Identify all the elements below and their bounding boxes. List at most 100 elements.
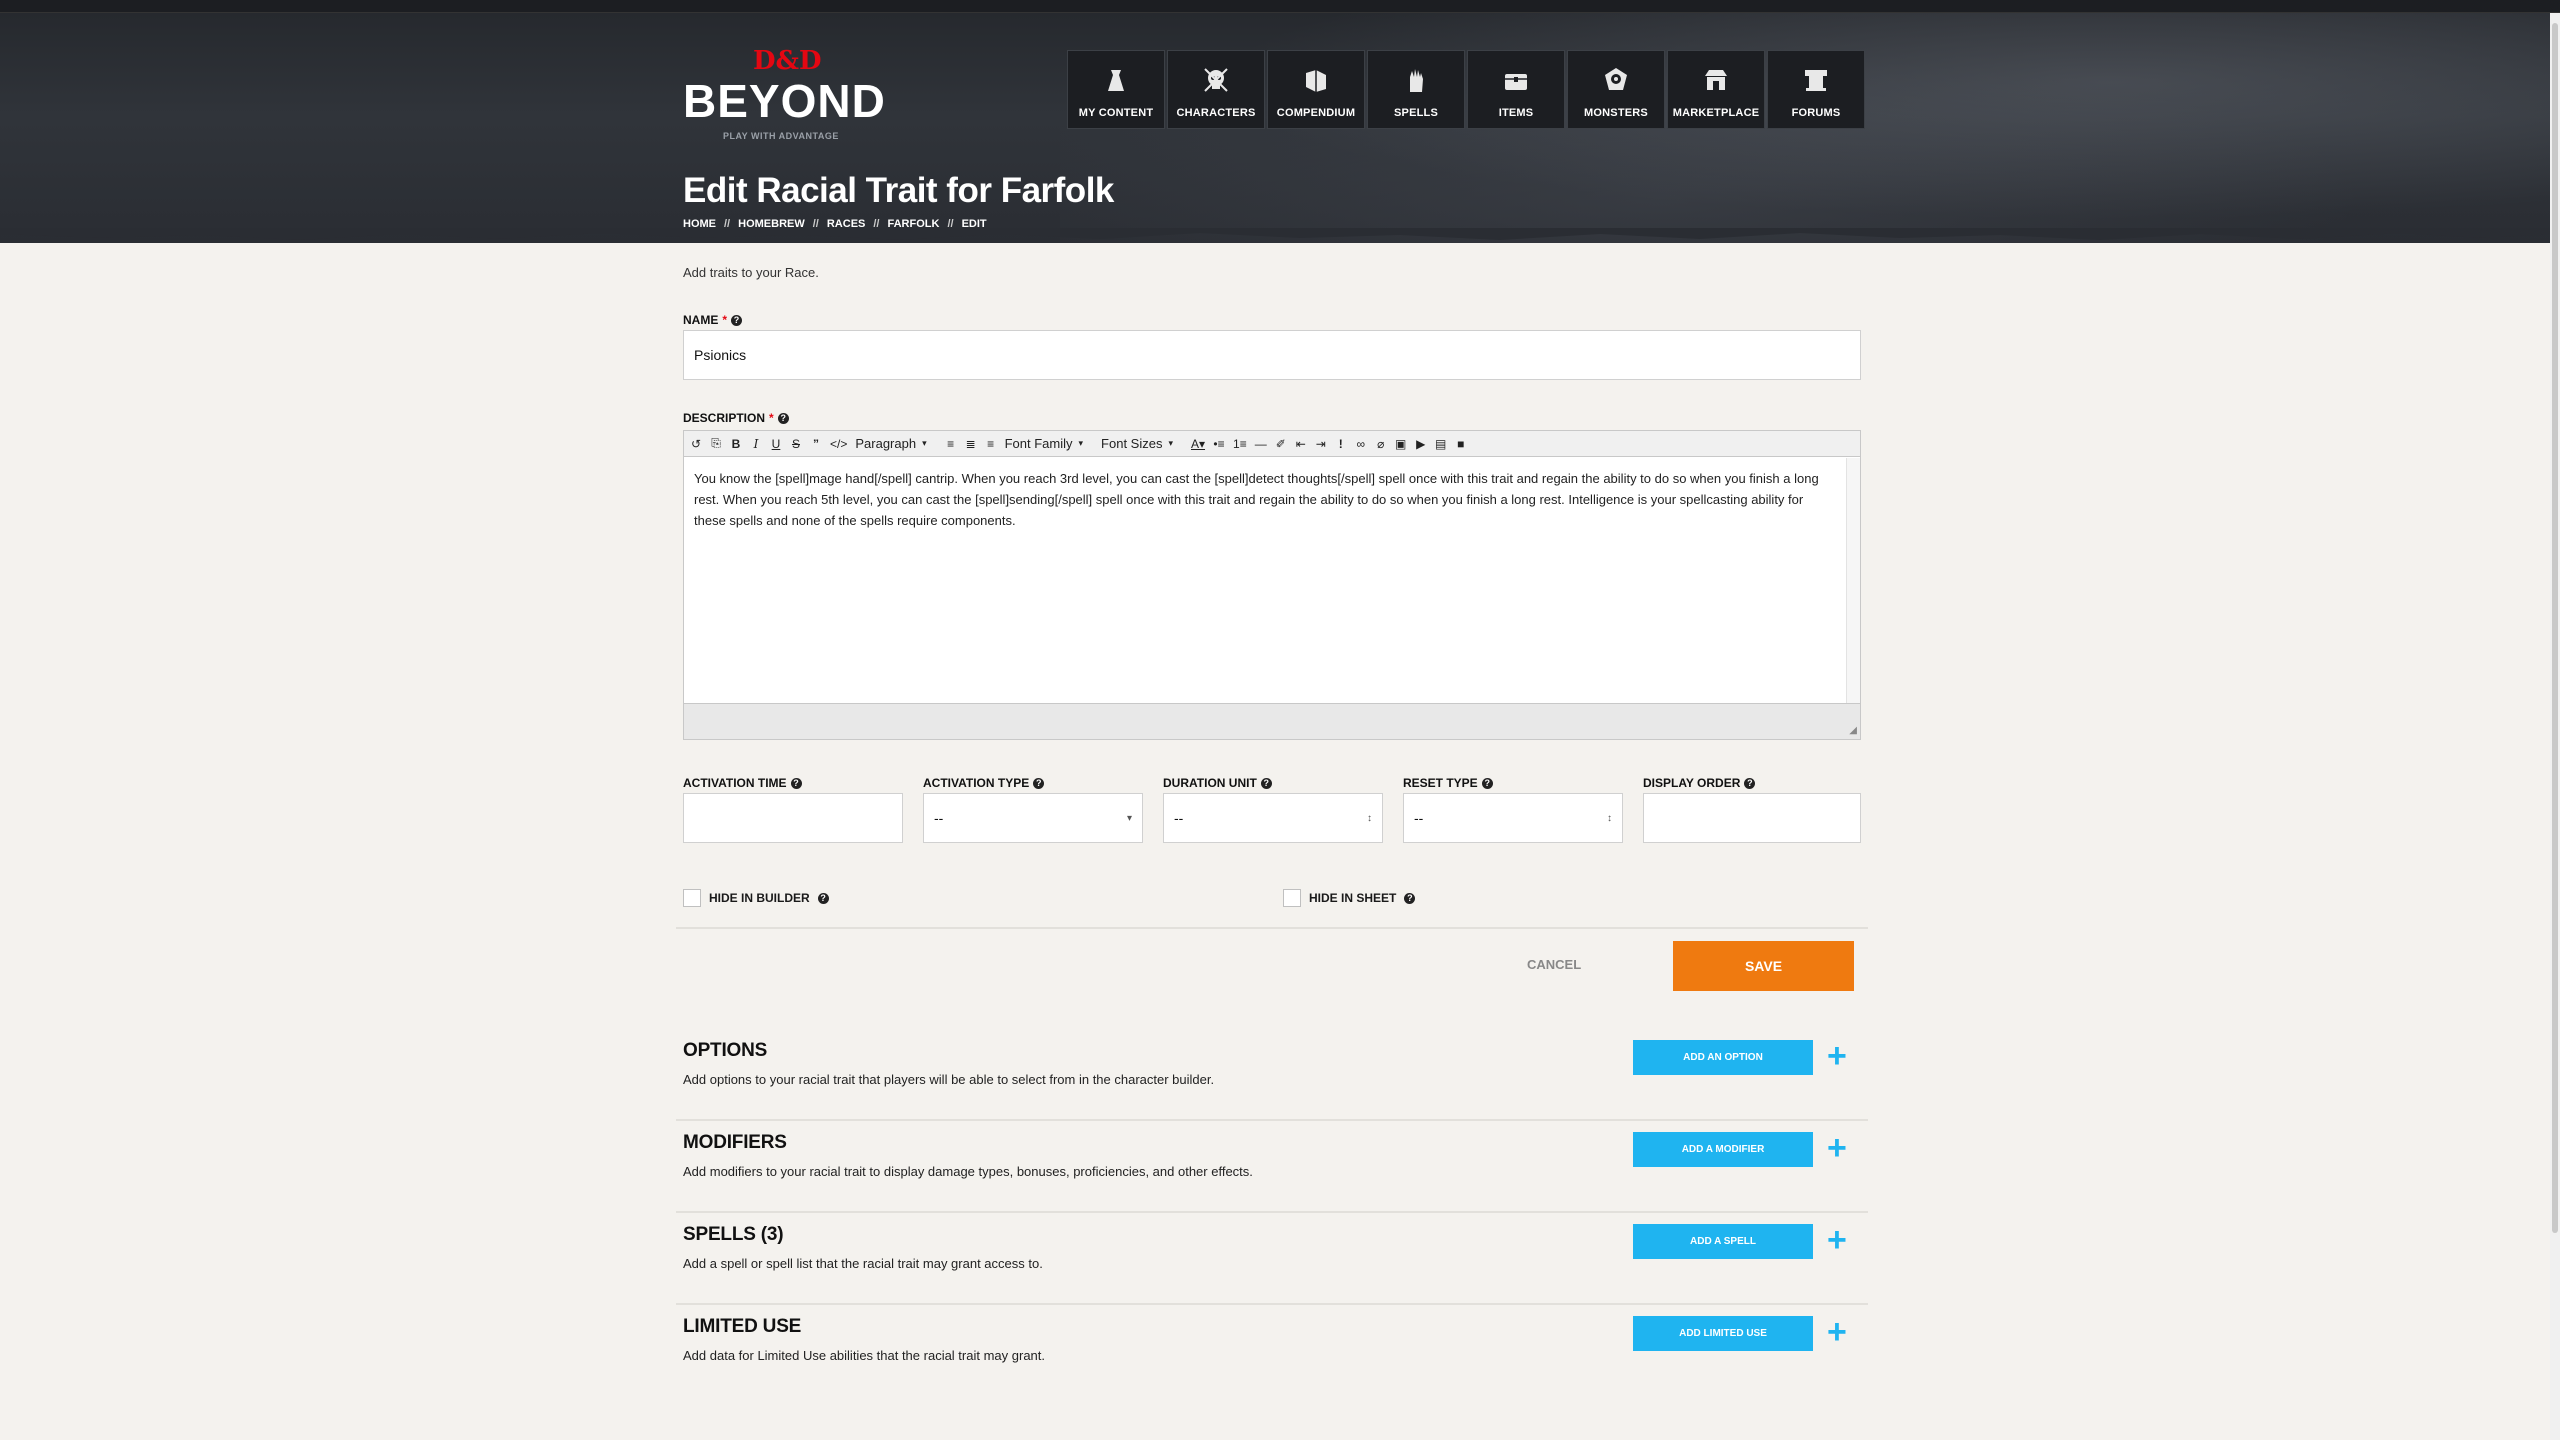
required-mark: * bbox=[769, 411, 774, 425]
unlink-icon[interactable]: ⌀ bbox=[1375, 437, 1387, 451]
activation-type-select[interactable]: -- ▾ bbox=[923, 793, 1143, 843]
duration-unit-select[interactable]: -- ↕ bbox=[1163, 793, 1383, 843]
help-icon[interactable]: ? bbox=[1481, 777, 1493, 789]
name-input-value: Psionics bbox=[694, 347, 747, 363]
bold-icon[interactable]: B bbox=[730, 437, 742, 451]
updown-arrows-icon: ↕ bbox=[1607, 812, 1612, 824]
align-center-icon[interactable]: ≣ bbox=[965, 437, 977, 451]
align-left-icon[interactable]: ≡ bbox=[945, 437, 957, 451]
chest-icon bbox=[1500, 65, 1532, 97]
undo-icon[interactable]: ↺ bbox=[690, 437, 702, 451]
font-sizes-dropdown[interactable]: Font Sizes ▾ bbox=[1101, 436, 1173, 451]
font-sizes-dropdown-label: Font Sizes bbox=[1101, 436, 1163, 451]
add-option-button[interactable]: ADD AN OPTION bbox=[1633, 1040, 1813, 1075]
outdent-icon[interactable]: ⇤ bbox=[1295, 437, 1307, 451]
activation-time-label: ACTIVATION TIME ? bbox=[683, 776, 802, 790]
store-icon bbox=[1700, 65, 1732, 97]
caret-down-icon: ▾ bbox=[1078, 438, 1084, 448]
scrollbar-thumb[interactable] bbox=[2552, 23, 2558, 1233]
browser-top-strip bbox=[0, 0, 2560, 13]
reset-type-select[interactable]: -- ↕ bbox=[1403, 793, 1623, 843]
help-icon[interactable]: ? bbox=[1033, 777, 1045, 789]
page-scrollbar[interactable] bbox=[2550, 13, 2560, 1440]
video-icon[interactable]: ▶ bbox=[1415, 437, 1427, 451]
align-right-icon[interactable]: ≡ bbox=[985, 437, 997, 451]
nav-compendium[interactable]: COMPENDIUM bbox=[1267, 50, 1365, 129]
nav-items[interactable]: ITEMS bbox=[1467, 50, 1565, 129]
resize-handle-icon[interactable]: ◢ bbox=[1849, 725, 1857, 736]
site-header: D&D BEYOND PLAY WITH ADVANTAGE MY CONTEN… bbox=[0, 13, 2560, 243]
activation-time-label-text: ACTIVATION TIME bbox=[683, 776, 787, 790]
text-color-icon[interactable]: A▾ bbox=[1191, 437, 1205, 451]
nav-characters[interactable]: CHARACTERS bbox=[1167, 50, 1265, 129]
book-icon bbox=[1300, 65, 1332, 97]
hide-in-builder-label: HIDE IN BUILDER bbox=[709, 891, 810, 905]
add-spell-button[interactable]: ADD A SPELL bbox=[1633, 1224, 1813, 1259]
plus-icon[interactable]: + bbox=[1827, 1314, 1847, 1350]
display-order-input[interactable] bbox=[1643, 793, 1861, 843]
horizontal-rule-icon[interactable]: — bbox=[1255, 437, 1267, 451]
blockquote-icon[interactable]: ” bbox=[810, 437, 822, 451]
save-button[interactable]: SAVE bbox=[1673, 941, 1854, 991]
help-icon[interactable]: ? bbox=[1744, 777, 1756, 789]
activation-type-label: ACTIVATION TYPE ? bbox=[923, 776, 1045, 790]
nav-my-content[interactable]: MY CONTENT bbox=[1067, 50, 1165, 129]
alert-icon[interactable]: ! bbox=[1335, 437, 1347, 451]
document-icon[interactable]: ▤ bbox=[1435, 437, 1447, 451]
nav-label: CHARACTERS bbox=[1176, 107, 1256, 119]
help-icon[interactable]: ? bbox=[731, 314, 743, 326]
nav-marketplace[interactable]: MARKETPLACE bbox=[1667, 50, 1765, 129]
link-icon[interactable]: ∞ bbox=[1355, 437, 1367, 451]
name-label: NAME * ? bbox=[683, 313, 743, 327]
paragraph-dropdown[interactable]: Paragraph ▾ bbox=[855, 436, 926, 451]
bullet-list-icon[interactable]: •≡ bbox=[1213, 437, 1225, 451]
logo-dnd: D&D bbox=[753, 46, 822, 76]
nav-label: MONSTERS bbox=[1584, 107, 1648, 119]
image-icon[interactable]: ▣ bbox=[1395, 437, 1407, 451]
code-icon[interactable]: </> bbox=[830, 437, 847, 451]
strikethrough-icon[interactable]: S bbox=[790, 437, 802, 451]
plus-icon[interactable]: + bbox=[1827, 1222, 1847, 1258]
help-icon[interactable]: ? bbox=[817, 892, 829, 904]
eraser-icon[interactable]: ✐ bbox=[1275, 437, 1287, 451]
description-label-text: DESCRIPTION bbox=[683, 411, 766, 425]
ddb-logo[interactable]: D&D BEYOND PLAY WITH ADVANTAGE bbox=[683, 38, 885, 141]
font-family-dropdown-label: Font Family bbox=[1004, 436, 1073, 451]
underline-icon[interactable]: U bbox=[770, 437, 782, 451]
hide-in-builder-checkbox[interactable] bbox=[683, 889, 701, 907]
paste-icon[interactable]: ⎘ bbox=[710, 436, 722, 451]
italic-icon[interactable]: I bbox=[750, 437, 762, 451]
help-icon[interactable]: ? bbox=[777, 412, 789, 424]
numbered-list-icon[interactable]: 1≡ bbox=[1233, 437, 1247, 451]
font-family-dropdown[interactable]: Font Family ▾ bbox=[1005, 436, 1083, 451]
reset-type-label: RESET TYPE ? bbox=[1403, 776, 1493, 790]
name-input[interactable]: Psionics bbox=[683, 330, 1861, 380]
description-text[interactable]: You know the [spell]mage hand[/spell] ca… bbox=[684, 458, 1846, 705]
help-icon[interactable]: ? bbox=[790, 777, 802, 789]
nav-forums[interactable]: FORUMS bbox=[1767, 50, 1865, 129]
hand-spell-icon bbox=[1400, 65, 1432, 97]
divider bbox=[676, 1119, 1868, 1121]
nav-monsters[interactable]: MONSTERS bbox=[1567, 50, 1665, 129]
source-code-icon[interactable]: ■ bbox=[1455, 437, 1467, 451]
main-nav: MY CONTENT CHARACTERS COMPENDIUM SPELLS … bbox=[1067, 50, 1865, 129]
plus-icon[interactable]: + bbox=[1827, 1038, 1847, 1074]
help-icon[interactable]: ? bbox=[1260, 777, 1272, 789]
plus-icon[interactable]: + bbox=[1827, 1130, 1847, 1166]
editor-toolbar: ↺ ⎘ B I U S ” </> Paragraph ▾ ≡ ≣ ≡ Font … bbox=[684, 431, 1860, 457]
help-icon[interactable]: ? bbox=[1404, 892, 1416, 904]
add-limited-use-button[interactable]: ADD LIMITED USE bbox=[1633, 1316, 1813, 1351]
options-section: OPTIONS Add options to your racial trait… bbox=[683, 1038, 1861, 1087]
add-modifier-button[interactable]: ADD A MODIFIER bbox=[1633, 1132, 1813, 1167]
divider bbox=[676, 1303, 1868, 1305]
hide-in-sheet-checkbox[interactable] bbox=[1283, 889, 1301, 907]
cancel-button[interactable]: CANCEL bbox=[1527, 957, 1581, 972]
duration-unit-label-text: DURATION UNIT bbox=[1163, 776, 1257, 790]
hide-in-builder-row: HIDE IN BUILDER ? bbox=[683, 889, 829, 907]
activation-time-input[interactable] bbox=[683, 793, 903, 843]
nav-spells[interactable]: SPELLS bbox=[1367, 50, 1465, 129]
indent-icon[interactable]: ⇥ bbox=[1315, 437, 1327, 451]
spells-section: SPELLS (3) Add a spell or spell list tha… bbox=[683, 1222, 1861, 1271]
description-editor[interactable]: ↺ ⎘ B I U S ” </> Paragraph ▾ ≡ ≣ ≡ Font … bbox=[683, 430, 1861, 740]
editor-scrollbar[interactable] bbox=[1846, 458, 1860, 705]
